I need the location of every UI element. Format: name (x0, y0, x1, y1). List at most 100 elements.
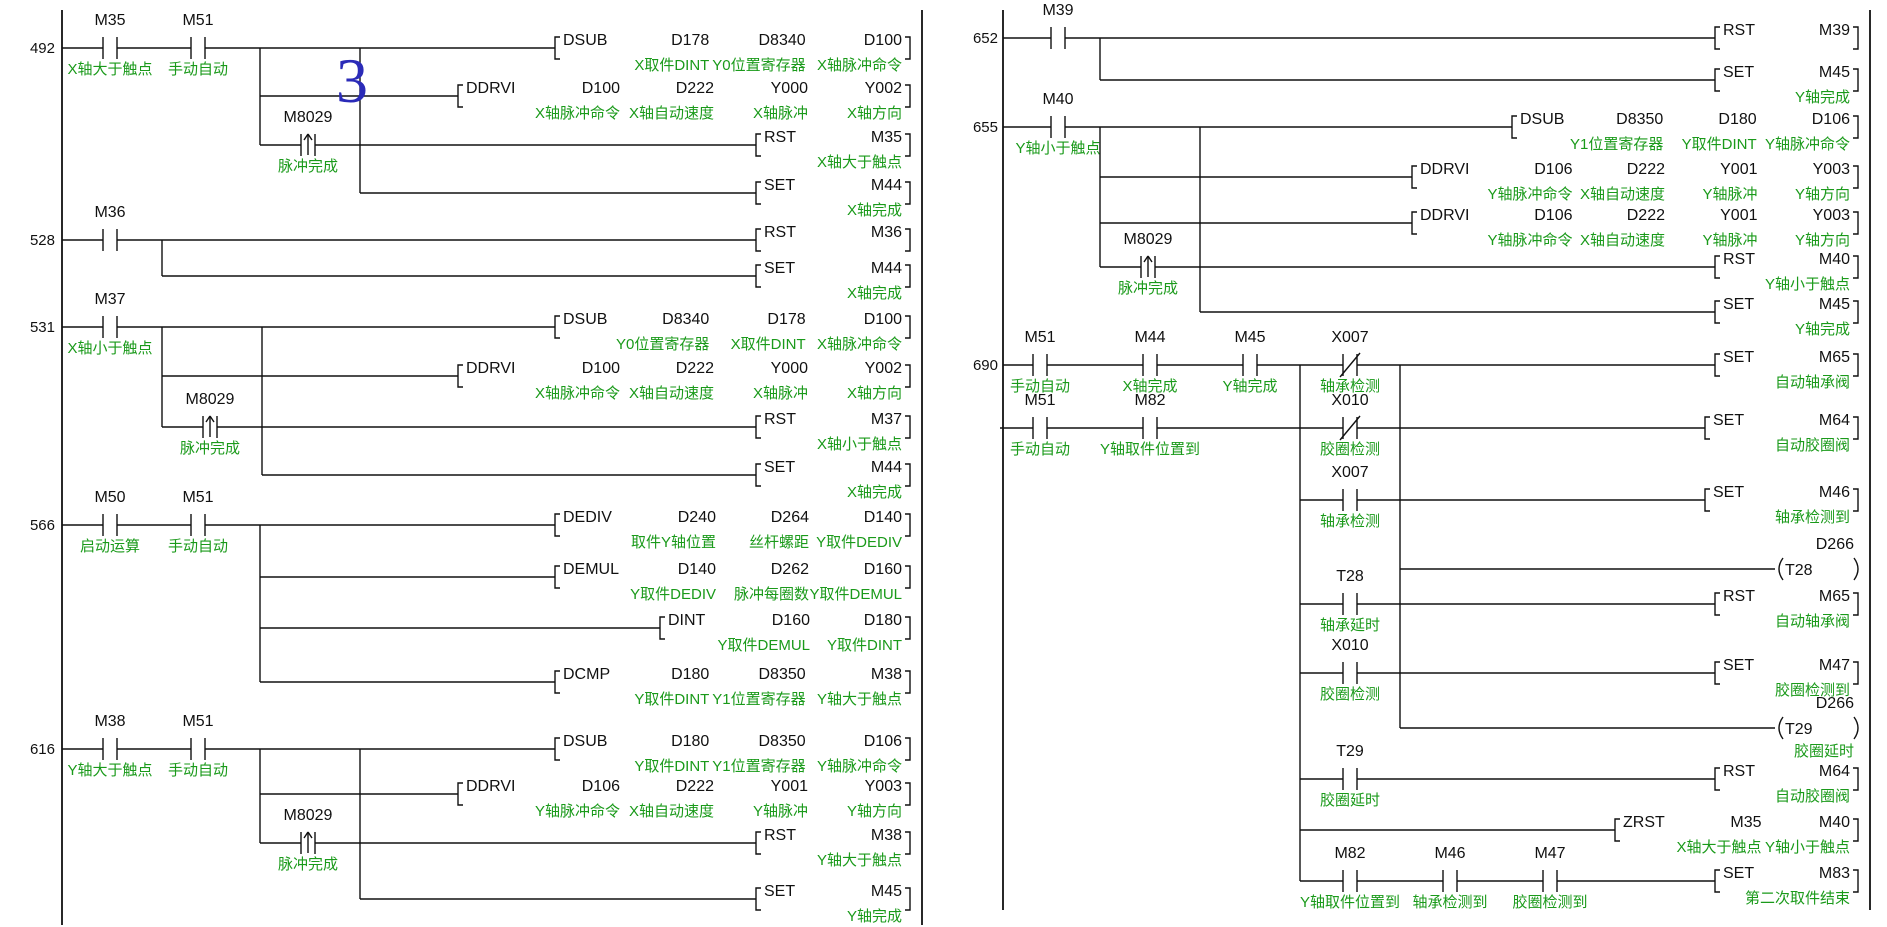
instruction-operand: D262 (771, 561, 809, 578)
operand-comment: 丝杆螺距 (749, 534, 809, 551)
instruction-operand: M46 (1819, 484, 1850, 501)
coil-comment: 胶圈延时 (1794, 743, 1854, 760)
instruction-bracket-right (1853, 818, 1859, 842)
contact-device-label: M39 (1042, 2, 1073, 19)
contact-device-label: M40 (1042, 91, 1073, 108)
instruction-operand: D106 (1812, 111, 1850, 128)
instruction-bracket-left (1714, 26, 1720, 50)
contact-device-label: M45 (1234, 329, 1265, 346)
instruction-bracket-left (1704, 488, 1710, 512)
operand-comment: 自动胶圈阀 (1775, 437, 1850, 454)
instruction-opcode: RST (764, 411, 796, 428)
contact-comment: 手动自动 (168, 61, 228, 78)
coil-bracket-left (1778, 716, 1784, 740)
contact-device-label: M50 (94, 489, 125, 506)
contact-device-label: X010 (1331, 392, 1368, 409)
rung-layer: 492 M35 X轴大于触点 M51 手动自动 DSUB D178 X取件DINT D8340 Y… (30, 2, 1859, 925)
instruction-operand: Y003 (1813, 161, 1850, 178)
contact-comment: 胶圈检测 (1320, 686, 1380, 703)
contact-device-label: M51 (1024, 392, 1055, 409)
rung-step-number: 690 (973, 357, 998, 374)
instruction-bracket-right (905, 133, 911, 157)
instruction-bracket-left (1511, 115, 1517, 139)
instruction-opcode: RST (1723, 588, 1755, 605)
instruction-opcode: RST (1723, 251, 1755, 268)
instruction-operand: M83 (1819, 865, 1850, 882)
contact-comment: X轴大于触点 (67, 61, 152, 78)
instruction-bracket-left (554, 670, 560, 694)
instruction-bracket-right (905, 887, 911, 911)
instruction-operand: D8340 (662, 311, 709, 328)
instruction-opcode: SET (764, 177, 795, 194)
contact-device-label: M36 (94, 204, 125, 221)
instruction-opcode: SET (1723, 657, 1754, 674)
instruction-operand: D178 (671, 32, 709, 49)
instruction-operand: M65 (1819, 588, 1850, 605)
instruction-operand: M44 (871, 177, 902, 194)
contact-comment: 脉冲完成 (278, 158, 338, 175)
instruction-operand: D106 (582, 778, 620, 795)
instruction-bracket-left (755, 133, 761, 157)
operand-comment: Y轴完成 (1795, 89, 1850, 106)
instruction-bracket-left (1411, 211, 1417, 235)
contact-device-label: M51 (182, 489, 213, 506)
coil-bracket-right (1853, 716, 1859, 740)
operand-comment: Y轴小于触点 (1765, 276, 1850, 293)
instruction-opcode: DDRVI (466, 360, 516, 377)
operand-comment: X轴自动速度 (1580, 232, 1665, 249)
operand-comment: Y0位置寄存器 (616, 335, 709, 353)
contact-comment: 手动自动 (1010, 441, 1070, 458)
instruction-operand: D160 (864, 561, 902, 578)
instruction-operand: M38 (871, 666, 902, 683)
operand-comment: Y轴脉冲 (1702, 186, 1757, 203)
instruction-opcode: RST (1723, 22, 1755, 39)
contact-comment: 胶圈延时 (1320, 792, 1380, 809)
coil-preset: D266 (1816, 536, 1854, 553)
instruction-operand: D180 (671, 733, 709, 750)
instruction-operand: D106 (864, 733, 902, 750)
contact-comment: 轴承检测到 (1412, 894, 1487, 911)
contact-device-label: X007 (1331, 464, 1368, 481)
operand-comment: 轴承检测到 (1775, 509, 1850, 526)
instruction-opcode: DDRVI (1420, 161, 1470, 178)
instruction-bracket-right (1853, 592, 1859, 616)
instruction-operand: D160 (772, 612, 810, 629)
instruction-operand: Y003 (1813, 207, 1850, 224)
instruction-opcode: RST (764, 827, 796, 844)
instruction-bracket-left (1714, 68, 1720, 92)
instruction-bracket-left (1714, 592, 1720, 616)
instruction-bracket-right (1853, 115, 1859, 139)
operand-comment: X轴完成 (847, 202, 902, 219)
operand-comment: Y取件DEMUL (717, 637, 810, 654)
operand-comment: Y1位置寄存器 (712, 690, 805, 708)
operand-comment: Y轴脉冲命令 (1487, 185, 1572, 203)
operand-comment: 脉冲每圈数 (734, 586, 809, 603)
operand-comment: 自动轴承阀 (1775, 613, 1850, 630)
instruction-opcode: DDRVI (466, 778, 516, 795)
instruction-bracket-left (755, 463, 761, 487)
coil-device: T28 (1785, 562, 1813, 579)
contact-comment: 启动运算 (80, 537, 140, 555)
operand-comment: X轴完成 (847, 484, 902, 501)
operand-comment: Y1位置寄存器 (712, 757, 805, 775)
contact-device-label: M8029 (1124, 231, 1173, 248)
instruction-operand: M37 (871, 411, 902, 428)
instruction-bracket-right (1853, 869, 1859, 893)
contact-comment: 脉冲完成 (180, 440, 240, 457)
instruction-operand: M47 (1819, 657, 1850, 674)
operand-comment: X轴脉冲命令 (817, 335, 902, 353)
instruction-operand: M38 (871, 827, 902, 844)
operand-comment: Y轴脉冲 (753, 803, 808, 820)
instruction-bracket-left (554, 315, 560, 339)
instruction-operand: D222 (676, 80, 714, 97)
contact-device-label: M82 (1134, 392, 1165, 409)
operand-comment: X轴方向 (847, 385, 902, 402)
coil-bracket-left (1778, 557, 1784, 581)
instruction-operand: Y001 (1720, 207, 1757, 224)
contact-device-label: M8029 (284, 807, 333, 824)
instruction-opcode: RST (764, 224, 796, 241)
instruction-bracket-right (905, 228, 911, 252)
instruction-opcode: DSUB (1520, 111, 1564, 128)
instruction-bracket-left (457, 84, 463, 108)
operand-comment: Y轴脉冲命令 (1487, 231, 1572, 249)
